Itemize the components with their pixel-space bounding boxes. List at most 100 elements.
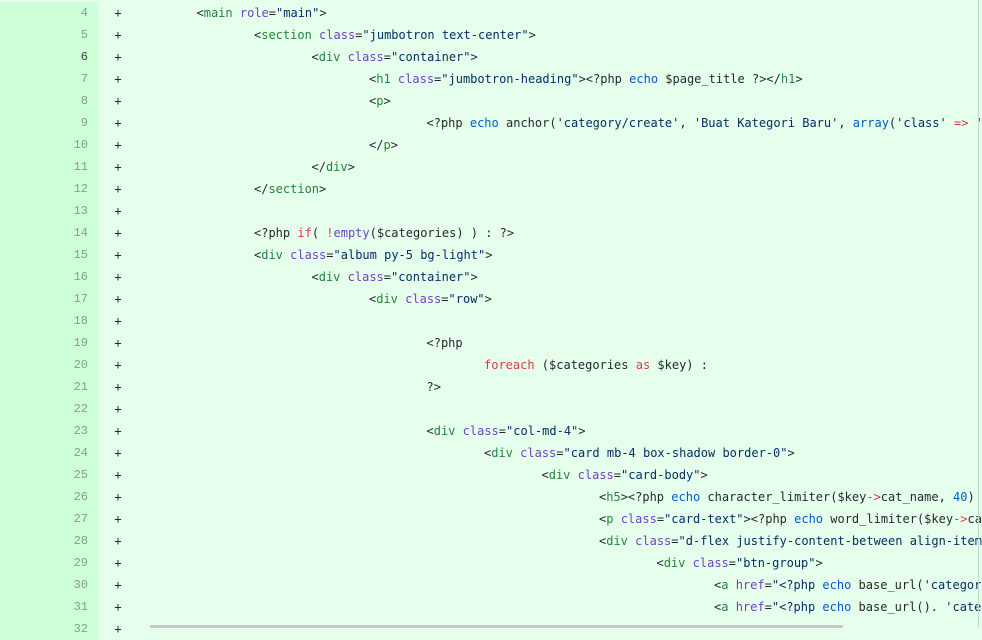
old-line-number-gutter[interactable] bbox=[0, 310, 48, 332]
new-line-number[interactable]: 21 bbox=[48, 376, 98, 398]
code-token: foreach bbox=[484, 358, 535, 372]
code-token: "container" bbox=[391, 270, 470, 284]
code-token: 'class' bbox=[896, 116, 947, 130]
new-line-number[interactable]: 8 bbox=[48, 90, 98, 112]
old-line-number-gutter[interactable] bbox=[0, 200, 48, 222]
diff-view: 4+<main role="main">5+<section class="ju… bbox=[0, 2, 982, 640]
old-line-number-gutter[interactable] bbox=[0, 354, 48, 376]
old-line-number-gutter[interactable] bbox=[0, 486, 48, 508]
diff-marker: + bbox=[98, 112, 138, 134]
new-line-number[interactable]: 24 bbox=[48, 442, 98, 464]
new-line-number[interactable]: 9 bbox=[48, 112, 98, 134]
new-line-number[interactable]: 16 bbox=[48, 266, 98, 288]
diff-line: 9+<?php echo anchor('category/create', '… bbox=[0, 112, 982, 134]
new-line-number[interactable]: 25 bbox=[48, 464, 98, 486]
old-line-number-gutter[interactable] bbox=[0, 398, 48, 420]
old-line-number-gutter[interactable] bbox=[0, 596, 48, 618]
diff-line: 30+<a href="<?php echo base_url('categor… bbox=[0, 574, 982, 596]
code-token: div bbox=[491, 446, 513, 460]
new-line-number[interactable]: 5 bbox=[48, 24, 98, 46]
code-content bbox=[138, 200, 982, 222]
new-line-number[interactable]: 29 bbox=[48, 552, 98, 574]
new-line-number[interactable]: 18 bbox=[48, 310, 98, 332]
old-line-number-gutter[interactable] bbox=[0, 442, 48, 464]
diff-marker: + bbox=[98, 464, 138, 486]
code-token bbox=[728, 578, 735, 592]
code-token: class bbox=[348, 270, 384, 284]
diff-line: 31+<a href="<?php echo base_url(). 'cate… bbox=[0, 596, 982, 618]
code-content: <section class="jumbotron text-center"> bbox=[138, 24, 982, 46]
old-line-number-gutter[interactable] bbox=[0, 156, 48, 178]
new-line-number[interactable]: 11 bbox=[48, 156, 98, 178]
code-token: ($categories) ) : ?> bbox=[370, 226, 515, 240]
new-line-number[interactable]: 30 bbox=[48, 574, 98, 596]
old-line-number-gutter[interactable] bbox=[0, 618, 48, 640]
code-token: class bbox=[463, 424, 499, 438]
new-line-number[interactable]: 13 bbox=[48, 200, 98, 222]
old-line-number-gutter[interactable] bbox=[0, 134, 48, 156]
new-line-number[interactable]: 26 bbox=[48, 486, 98, 508]
new-line-number[interactable]: 28 bbox=[48, 530, 98, 552]
new-line-number[interactable]: 7 bbox=[48, 68, 98, 90]
old-line-number-gutter[interactable] bbox=[0, 420, 48, 442]
old-line-number-gutter[interactable] bbox=[0, 24, 48, 46]
code-token: <?php bbox=[427, 336, 463, 350]
diff-line: 24+<div class="card mb-4 box-shadow bord… bbox=[0, 442, 982, 464]
code-token: word_limiter($key bbox=[823, 512, 953, 526]
new-line-number[interactable]: 6 bbox=[48, 46, 98, 68]
old-line-number-gutter[interactable] bbox=[0, 574, 48, 596]
diff-line: 5+<section class="jumbotron text-center"… bbox=[0, 24, 982, 46]
code-token: = bbox=[326, 248, 333, 262]
new-line-number[interactable]: 12 bbox=[48, 178, 98, 200]
code-token: > bbox=[319, 182, 326, 196]
old-line-number-gutter[interactable] bbox=[0, 530, 48, 552]
old-line-number-gutter[interactable] bbox=[0, 222, 48, 244]
code-token: main bbox=[204, 6, 233, 20]
old-line-number-gutter[interactable] bbox=[0, 332, 48, 354]
code-token: ><?php bbox=[579, 72, 630, 86]
old-line-number-gutter[interactable] bbox=[0, 552, 48, 574]
new-line-number[interactable]: 10 bbox=[48, 134, 98, 156]
code-token: <?php bbox=[254, 226, 297, 240]
new-line-number[interactable]: 31 bbox=[48, 596, 98, 618]
new-line-number[interactable]: 14 bbox=[48, 222, 98, 244]
code-token bbox=[233, 6, 240, 20]
code-token: , bbox=[838, 116, 852, 130]
code-content: <h5><?php echo character_limiter($key->c… bbox=[138, 486, 982, 508]
code-token: "col-md-4" bbox=[506, 424, 578, 438]
code-token bbox=[968, 116, 975, 130]
new-line-number[interactable]: 27 bbox=[48, 508, 98, 530]
new-line-number[interactable]: 32 bbox=[48, 618, 98, 640]
code-token: div bbox=[376, 292, 398, 306]
new-line-number[interactable]: 20 bbox=[48, 354, 98, 376]
old-line-number-gutter[interactable] bbox=[0, 376, 48, 398]
diff-marker: + bbox=[98, 266, 138, 288]
diff-marker: + bbox=[98, 486, 138, 508]
new-line-number[interactable]: 19 bbox=[48, 332, 98, 354]
code-token: "d-flex justify-content-between align-it… bbox=[679, 534, 982, 548]
code-token: < bbox=[657, 556, 664, 570]
new-line-number[interactable]: 15 bbox=[48, 244, 98, 266]
code-token bbox=[613, 512, 620, 526]
old-line-number-gutter[interactable] bbox=[0, 112, 48, 134]
code-token: -> bbox=[866, 490, 880, 504]
code-content: <div class="card-body"> bbox=[138, 464, 982, 486]
old-line-number-gutter[interactable] bbox=[0, 68, 48, 90]
new-line-number[interactable]: 22 bbox=[48, 398, 98, 420]
new-line-number[interactable]: 17 bbox=[48, 288, 98, 310]
code-token: = bbox=[729, 556, 736, 570]
new-line-number[interactable]: 23 bbox=[48, 420, 98, 442]
old-line-number-gutter[interactable] bbox=[0, 244, 48, 266]
old-line-number-gutter[interactable] bbox=[0, 2, 48, 24]
old-line-number-gutter[interactable] bbox=[0, 178, 48, 200]
old-line-number-gutter[interactable] bbox=[0, 46, 48, 68]
code-token: class bbox=[693, 556, 729, 570]
new-line-number[interactable]: 4 bbox=[48, 2, 98, 24]
code-token: = bbox=[671, 534, 678, 548]
old-line-number-gutter[interactable] bbox=[0, 266, 48, 288]
old-line-number-gutter[interactable] bbox=[0, 508, 48, 530]
code-token: 'category bbox=[945, 600, 982, 614]
old-line-number-gutter[interactable] bbox=[0, 288, 48, 310]
old-line-number-gutter[interactable] bbox=[0, 90, 48, 112]
old-line-number-gutter[interactable] bbox=[0, 464, 48, 486]
